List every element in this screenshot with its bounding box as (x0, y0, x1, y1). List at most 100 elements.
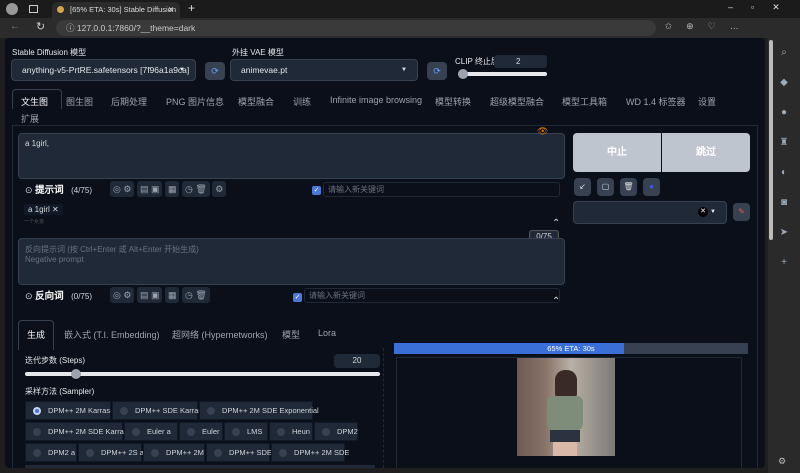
gear-icon[interactable]: ⚙ (212, 181, 227, 197)
sampler-label: 采样方法 (Sampler) (25, 387, 95, 396)
sampler-option-label: Euler a (147, 427, 171, 436)
sampler-option[interactable]: DPM++ SDE (206, 443, 272, 462)
clip-skip-input[interactable]: 2 (494, 55, 547, 68)
negative-keyword-input[interactable]: 请输入新关键词 (304, 288, 560, 303)
tab-actions-icon[interactable] (29, 5, 38, 13)
chevron-down-icon: ▼ (179, 67, 185, 73)
interrupt-button[interactable]: 中止 (573, 133, 661, 172)
subtab-lora[interactable]: Lora (318, 328, 336, 338)
subtab-hypernetworks[interactable]: 超网络 (Hypernetworks) (172, 328, 268, 341)
sd-model-dropdown[interactable]: anything-v5-PrtRE.safetensors [7f96a1a9c… (11, 59, 196, 81)
preview-image[interactable] (517, 358, 615, 456)
vae-dropdown[interactable]: animevae.pt ▼ (230, 59, 418, 81)
radio-icon (187, 428, 195, 436)
bookmark-icon[interactable]: ▤ ▣ (136, 287, 163, 303)
tab-txt2img[interactable]: 文生图 (21, 95, 48, 108)
sampler-option-label: DPM++ 2M SDE Karras (48, 427, 128, 436)
sampler-option[interactable]: DPM2 (314, 422, 358, 441)
collapse-up-icon[interactable]: ⌃ (552, 218, 560, 229)
scrollbar-thumb[interactable] (769, 40, 773, 240)
collapse-up-icon[interactable]: ⌃ (552, 296, 560, 307)
sampler-option[interactable]: DPM++ SDE Karras (112, 401, 202, 420)
sampler-option[interactable]: DPM++ 2S a (78, 443, 144, 462)
tab-model-toolkit[interactable]: 模型工具箱 (562, 95, 607, 108)
subtab-generation[interactable]: 生成 (27, 328, 45, 341)
prompt-tag[interactable]: a 1girl ✕ (24, 204, 63, 215)
profile-icon[interactable] (6, 3, 18, 15)
refresh-sd-model-button[interactable]: ⟳ (205, 62, 225, 80)
radio-icon (322, 428, 330, 436)
tab-settings[interactable]: 设置 (698, 95, 716, 108)
browser-tab[interactable]: [65% ETA: 30s] Stable Diffusion ✕ (52, 2, 180, 18)
keyword-placeholder: 请输入新关键词 (309, 291, 365, 300)
styles-dropdown[interactable]: ✕ ▼ (573, 201, 727, 224)
subtab-model[interactable]: 模型 (282, 328, 300, 341)
refresh-vae-button[interactable]: ⟳ (427, 62, 447, 80)
steps-input[interactable]: 20 (334, 354, 380, 368)
sd-model-label: Stable Diffusion 模型 (12, 48, 87, 57)
tab-model-merge[interactable]: 模型融合 (238, 95, 274, 108)
sampler-option[interactable]: DPM++ 2M SDE Karras (25, 422, 128, 441)
tab-extras[interactable]: 后期处理 (111, 95, 147, 108)
sampler-option[interactable]: LMS (224, 422, 268, 441)
grid-icon[interactable]: ▦ (164, 287, 180, 303)
collapse-icon[interactable]: ⊙ (25, 185, 33, 195)
subtab-embedding[interactable]: 嵌入式 (T.I. Embedding) (64, 328, 160, 341)
translate-icon[interactable]: ◎ ⚙ (110, 181, 135, 197)
keyword-placeholder: 请输入新关键词 (328, 185, 384, 194)
tab-model-convert[interactable]: 模型转换 (435, 95, 471, 108)
sampler-option[interactable]: DPM++ 2M SDE (271, 443, 349, 462)
tab-img2img[interactable]: 图生图 (66, 95, 93, 108)
tab-extensions[interactable]: 扩展 (21, 112, 39, 125)
settings-icon[interactable]: ⚙ (778, 456, 786, 467)
trash-icon[interactable]: 🗑 (620, 178, 637, 196)
tab-train[interactable]: 训练 (293, 95, 311, 108)
progress-bar: 65% ETA: 30s (394, 343, 748, 354)
translate-icon[interactable]: ◎ ⚙ (110, 287, 135, 303)
sampler-option[interactable]: Heun (269, 422, 313, 441)
sampler-option[interactable]: Euler a (124, 422, 178, 441)
url-text: 127.0.0.1:7860/?__theme=dark (76, 23, 196, 33)
slider-handle[interactable] (458, 69, 468, 79)
radio-icon (33, 428, 41, 436)
refresh-icon[interactable]: ↻ (36, 20, 45, 33)
page-scrollbar[interactable] (768, 38, 774, 468)
skip-button[interactable]: 跳过 (662, 133, 750, 172)
window-controls[interactable]: –▫✕ (728, 2, 798, 13)
sampler-option[interactable]: Euler (179, 422, 223, 441)
history-delete-icon[interactable]: ◷ 🗑 (182, 181, 210, 197)
sampler-option[interactable]: DPM++ 2M (143, 443, 205, 462)
clip-skip-slider[interactable] (458, 69, 547, 79)
negative-keyword-checkbox[interactable]: ✓ (293, 291, 302, 302)
tab-png-info[interactable]: PNG 图片信息 (166, 95, 224, 108)
prompt-keyword-input[interactable]: 请输入新关键词 (323, 182, 560, 197)
prompt-textarea[interactable]: a 1girl, (18, 133, 565, 179)
tab-wd14-tagger[interactable]: WD 1.4 标签器 (626, 95, 686, 108)
bookmark-icon[interactable]: ▤ ▣ (136, 181, 163, 197)
tab-supermerger[interactable]: 超级模型融合 (490, 95, 544, 108)
clear-icon[interactable]: ✕ (698, 207, 708, 217)
apply-style-button[interactable]: ✎ (733, 203, 750, 221)
radio-icon (33, 407, 41, 415)
sampler-option[interactable]: DPM++ 2M Karras (25, 401, 111, 420)
radio-icon (277, 428, 285, 436)
steps-slider[interactable] (25, 369, 380, 379)
sampler-option[interactable]: DPM++ 2M SDE Exponential (199, 401, 319, 420)
url-field[interactable]: ⓘ 127.0.0.1:7860/?__theme=dark (56, 20, 656, 36)
new-tab-icon[interactable]: + (188, 1, 195, 15)
keyword-checkbox[interactable]: ✓ (312, 184, 321, 195)
history-delete-icon[interactable]: ◷ 🗑 (182, 287, 210, 303)
grid-icon[interactable]: ▦ (164, 181, 180, 197)
negative-prompt-textarea[interactable]: 反向提示词 (按 Ctrl+Enter 或 Alt+Enter 开始生成) Neg… (18, 238, 565, 285)
clear-button[interactable]: ▢ (597, 178, 614, 196)
remove-tag-icon[interactable]: ✕ (52, 205, 59, 214)
tab-infinite-image-browsing[interactable]: Infinite image browsing (330, 95, 422, 105)
extra-networks-button[interactable]: ● (643, 178, 660, 196)
close-tab-icon[interactable]: ✕ (168, 2, 174, 17)
read-params-button[interactable]: ↙ (574, 178, 591, 196)
sampler-option[interactable]: DPM2 a (25, 443, 77, 462)
sampler-option-label: DPM++ 2M Karras (48, 406, 111, 415)
back-icon[interactable]: ← (10, 21, 20, 32)
paint-palette-icon[interactable]: 👁 (537, 126, 548, 137)
collapse-icon[interactable]: ⊙ (25, 291, 33, 301)
